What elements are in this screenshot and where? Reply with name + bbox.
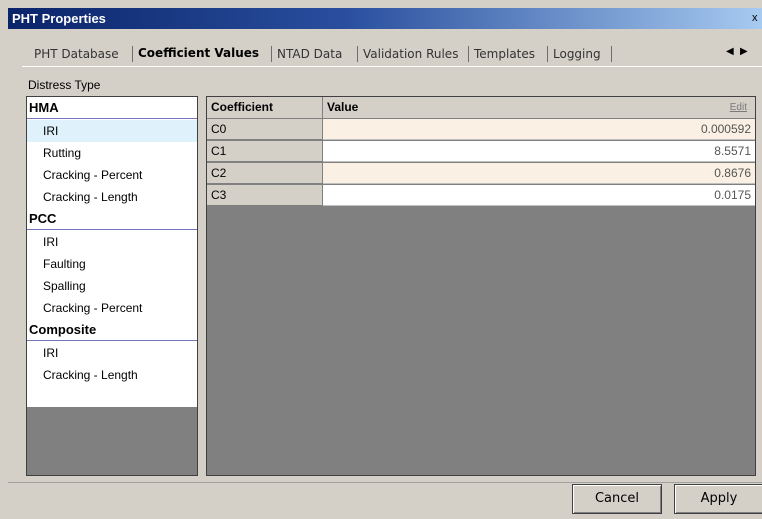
value-cell[interactable]: 0.000592 — [323, 119, 755, 140]
list-group-pcc: PCC — [27, 208, 197, 230]
list-item-hma-cracking-length[interactable]: Cracking - Length — [27, 186, 197, 208]
distress-type-list: HMA IRI Rutting Cracking - Percent Crack… — [26, 96, 198, 476]
tab-coefficient-values[interactable]: Coefficient Values — [138, 46, 259, 60]
column-header-coefficient[interactable]: Coefficient — [207, 97, 323, 118]
tab-ntad-data[interactable]: NTAD Data — [277, 47, 342, 61]
coefficient-grid: Coefficient Value Edit C0 0.000592 C1 8.… — [206, 96, 756, 476]
table-row[interactable]: C0 0.000592 — [207, 119, 755, 140]
coefficient-cell: C3 — [207, 185, 323, 206]
value-cell[interactable]: 0.0175 — [323, 185, 755, 206]
tab-validation-rules[interactable]: Validation Rules — [363, 47, 458, 61]
value-cell[interactable]: 8.5571 — [323, 141, 755, 162]
grid-header: Coefficient Value Edit — [207, 97, 755, 119]
list-group-composite: Composite — [27, 319, 197, 341]
tab-separator — [547, 46, 548, 62]
list-item-hma-iri[interactable]: IRI — [27, 120, 197, 142]
tab-separator — [271, 46, 272, 62]
list-item-pcc-spalling[interactable]: Spalling — [27, 275, 197, 297]
tab-separator — [357, 46, 358, 62]
table-row[interactable]: C3 0.0175 — [207, 185, 755, 206]
coefficient-values-panel: Distress Type HMA IRI Rutting Cracking -… — [22, 70, 762, 476]
apply-button[interactable]: Apply — [674, 484, 762, 514]
title-bar[interactable]: PHT Properties x — [8, 8, 762, 29]
tab-scroll-right-icon[interactable]: ▶ — [740, 46, 748, 57]
tab-separator — [132, 46, 133, 62]
edit-link[interactable]: Edit — [730, 97, 747, 118]
tab-separator — [468, 46, 469, 62]
list-item-composite-cracking-length[interactable]: Cracking - Length — [27, 364, 197, 386]
tab-pht-database[interactable]: PHT Database — [34, 47, 119, 61]
coefficient-cell: C0 — [207, 119, 323, 140]
pht-properties-window: PHT Properties x PHT Database Coefficien… — [0, 0, 762, 519]
column-header-value[interactable]: Value — [323, 97, 755, 118]
coefficient-cell: C1 — [207, 141, 323, 162]
footer-divider — [8, 482, 762, 483]
list-item-pcc-iri[interactable]: IRI — [27, 231, 197, 253]
distress-type-label: Distress Type — [28, 78, 101, 92]
window-title: PHT Properties — [12, 11, 106, 26]
tab-strip: PHT Database Coefficient Values NTAD Dat… — [22, 44, 762, 67]
list-item-hma-rutting[interactable]: Rutting — [27, 142, 197, 164]
list-item-pcc-faulting[interactable]: Faulting — [27, 253, 197, 275]
coefficient-cell: C2 — [207, 163, 323, 184]
tab-scroll-left-icon[interactable]: ◀ — [726, 46, 734, 57]
table-row[interactable]: C1 8.5571 — [207, 141, 755, 162]
tab-logging[interactable]: Logging — [553, 47, 601, 61]
list-item-composite-iri[interactable]: IRI — [27, 342, 197, 364]
close-icon[interactable]: x — [752, 10, 762, 26]
tab-separator — [611, 46, 612, 62]
tab-templates[interactable]: Templates — [474, 47, 535, 61]
table-row[interactable]: C2 0.8676 — [207, 163, 755, 184]
list-group-hma: HMA — [27, 97, 197, 119]
list-item-pcc-cracking-percent[interactable]: Cracking - Percent — [27, 297, 197, 319]
list-item-hma-cracking-percent[interactable]: Cracking - Percent — [27, 164, 197, 186]
value-cell[interactable]: 0.8676 — [323, 163, 755, 184]
cancel-button[interactable]: Cancel — [572, 484, 662, 514]
